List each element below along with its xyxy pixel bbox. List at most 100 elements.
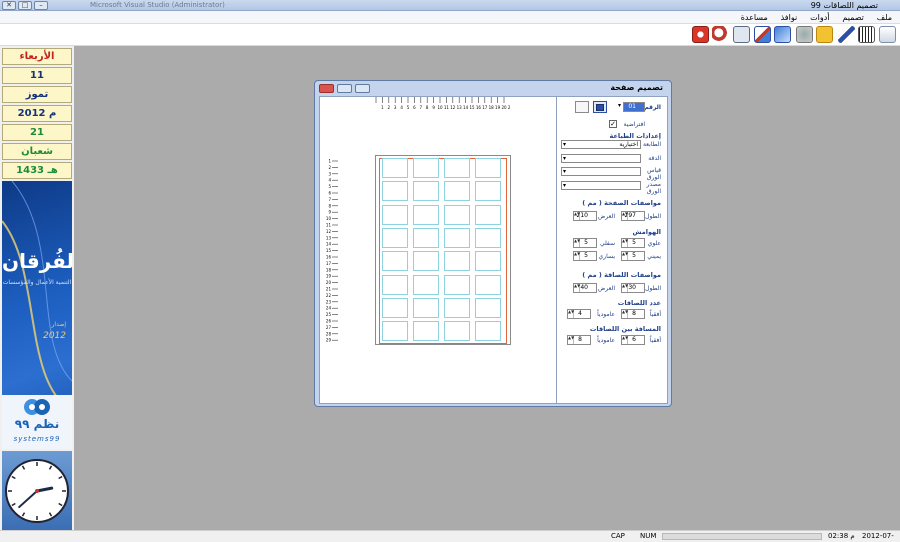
spinner-icon[interactable]: ▲▼ (622, 239, 628, 247)
page-height-field[interactable]: ▲▼ 297 (621, 211, 645, 221)
window-title: تصميم اللصاقات 99 (810, 1, 878, 10)
label-cell[interactable] (444, 251, 470, 272)
label-cell[interactable] (475, 274, 501, 295)
menu-design[interactable]: تصميم (842, 11, 864, 24)
spinner-icon[interactable]: ▲▼ (574, 284, 580, 292)
label-cell[interactable] (444, 227, 470, 248)
folder-icon[interactable] (816, 26, 833, 43)
quality-select[interactable]: ▾ (561, 154, 641, 163)
label-cell[interactable] (475, 204, 501, 225)
label-cell[interactable] (413, 251, 439, 272)
menu-windows[interactable]: نوافذ (781, 11, 798, 24)
power-icon[interactable] (692, 26, 709, 43)
minimize-window-button[interactable]: – (34, 1, 48, 10)
page-width-field[interactable]: ▲▼ 210 (573, 211, 597, 221)
menu-help[interactable]: مساعدة (741, 11, 768, 24)
spacing-horizontal-value: 6 (632, 336, 636, 343)
count-horizontal-field[interactable]: ▲▼ 8 (621, 309, 645, 319)
dialog-minimize-button[interactable] (355, 84, 370, 93)
margin-top-field[interactable]: ▲▼ 5 (621, 238, 645, 248)
label-width-label: العرض (598, 285, 615, 292)
spinner-icon[interactable]: ▲▼ (622, 284, 628, 292)
ruler-v-tick-label: 14 (326, 242, 332, 247)
paper-source-label: مصدر الورق (646, 181, 661, 195)
calculator-icon[interactable] (733, 26, 750, 43)
card-icon[interactable] (754, 26, 771, 43)
paper-source-select[interactable]: ▾ (561, 181, 641, 190)
edit-icon[interactable] (774, 26, 791, 43)
label-height-label: الطول (645, 285, 661, 292)
printer-select[interactable]: اختيارية ▾ (561, 140, 641, 149)
label-cell[interactable] (475, 251, 501, 272)
label-width-field[interactable]: ▲▼ 40 (573, 283, 597, 293)
label-cell[interactable] (444, 321, 470, 342)
label-cell[interactable] (413, 297, 439, 318)
label-cell[interactable] (444, 158, 470, 178)
label-cell[interactable] (475, 181, 501, 202)
label-cell[interactable] (444, 297, 470, 318)
label-cell[interactable] (382, 204, 408, 225)
count-vertical-field[interactable]: ▲▼ 4 (567, 309, 591, 319)
label-cell[interactable] (444, 181, 470, 202)
margin-bottom-field[interactable]: ▲▼ 5 (573, 238, 597, 248)
code-field[interactable]: 01 (623, 102, 645, 112)
save-icon[interactable] (593, 101, 607, 113)
label-cell[interactable] (475, 158, 501, 178)
margin-right-field[interactable]: ▲▼ 5 (621, 251, 645, 261)
spinner-icon[interactable]: ▲▼ (622, 310, 628, 318)
pen-icon[interactable] (838, 26, 855, 43)
spinner-icon[interactable]: ▲▼ (568, 336, 574, 344)
dialog-close-button[interactable] (319, 84, 334, 93)
ruler-h-tick-label: 15 (469, 105, 475, 110)
label-cell[interactable] (382, 251, 408, 272)
spinner-icon[interactable]: ▲▼ (622, 252, 628, 260)
window-subtitle: Microsoft Visual Studio (Administrator) (90, 1, 225, 9)
label-cell[interactable] (382, 321, 408, 342)
code-dropdown-icon[interactable]: ▾ (618, 102, 621, 109)
label-cell[interactable] (475, 227, 501, 248)
dialog-maximize-button[interactable] (337, 84, 352, 93)
label-cell[interactable] (382, 274, 408, 295)
printer-settings-header: إعدادات الطباعة (609, 132, 662, 140)
search-zoom-icon[interactable] (712, 26, 729, 43)
spinner-icon[interactable]: ▲▼ (622, 212, 628, 220)
label-cell[interactable] (382, 297, 408, 318)
label-cell[interactable] (413, 158, 439, 178)
spacing-vertical-value: 8 (578, 336, 582, 343)
margin-left-field[interactable]: ▲▼ 5 (573, 251, 597, 261)
menu-tools[interactable]: أدوات (810, 11, 829, 24)
default-checkbox[interactable]: ✓ (609, 120, 617, 128)
paper-size-select[interactable]: ▾ (561, 167, 641, 176)
spinner-icon[interactable]: ▲▼ (574, 239, 580, 247)
ruler-v-tick-label: 28 (326, 331, 332, 336)
label-cell[interactable] (475, 297, 501, 318)
label-cell[interactable] (413, 227, 439, 248)
close-window-button[interactable]: ✕ (2, 1, 16, 10)
label-cell[interactable] (413, 204, 439, 225)
spinner-icon[interactable]: ▲▼ (568, 310, 574, 318)
label-cell[interactable] (413, 181, 439, 202)
spinner-icon[interactable]: ▲▼ (574, 212, 580, 220)
label-cell[interactable] (413, 321, 439, 342)
spinner-icon[interactable]: ▲▼ (574, 252, 580, 260)
new-page-icon[interactable] (575, 101, 589, 113)
spacing-vertical-field[interactable]: ▲▼ 8 (567, 335, 591, 345)
ruler-v-tick-label: 16 (326, 255, 332, 260)
maximize-window-button[interactable]: □ (18, 1, 32, 10)
label-cell[interactable] (382, 227, 408, 248)
label-cell[interactable] (382, 181, 408, 202)
label-height-field[interactable]: ▲▼ 30 (621, 283, 645, 293)
label-cell[interactable] (382, 158, 408, 178)
ruler-h-tick-label: 13 (457, 105, 463, 110)
spinner-icon[interactable]: ▲▼ (622, 336, 628, 344)
new-doc-icon[interactable] (879, 26, 896, 43)
database-icon[interactable] (796, 26, 813, 43)
label-cell[interactable] (413, 274, 439, 295)
label-cell[interactable] (444, 274, 470, 295)
design-canvas[interactable]: 123456789101112131415161718192021 123456… (320, 97, 557, 403)
label-cell[interactable] (475, 321, 501, 342)
barcode-icon[interactable] (858, 26, 875, 43)
spacing-horizontal-field[interactable]: ▲▼ 6 (621, 335, 645, 345)
menu-file[interactable]: ملف (877, 11, 892, 24)
label-cell[interactable] (444, 204, 470, 225)
